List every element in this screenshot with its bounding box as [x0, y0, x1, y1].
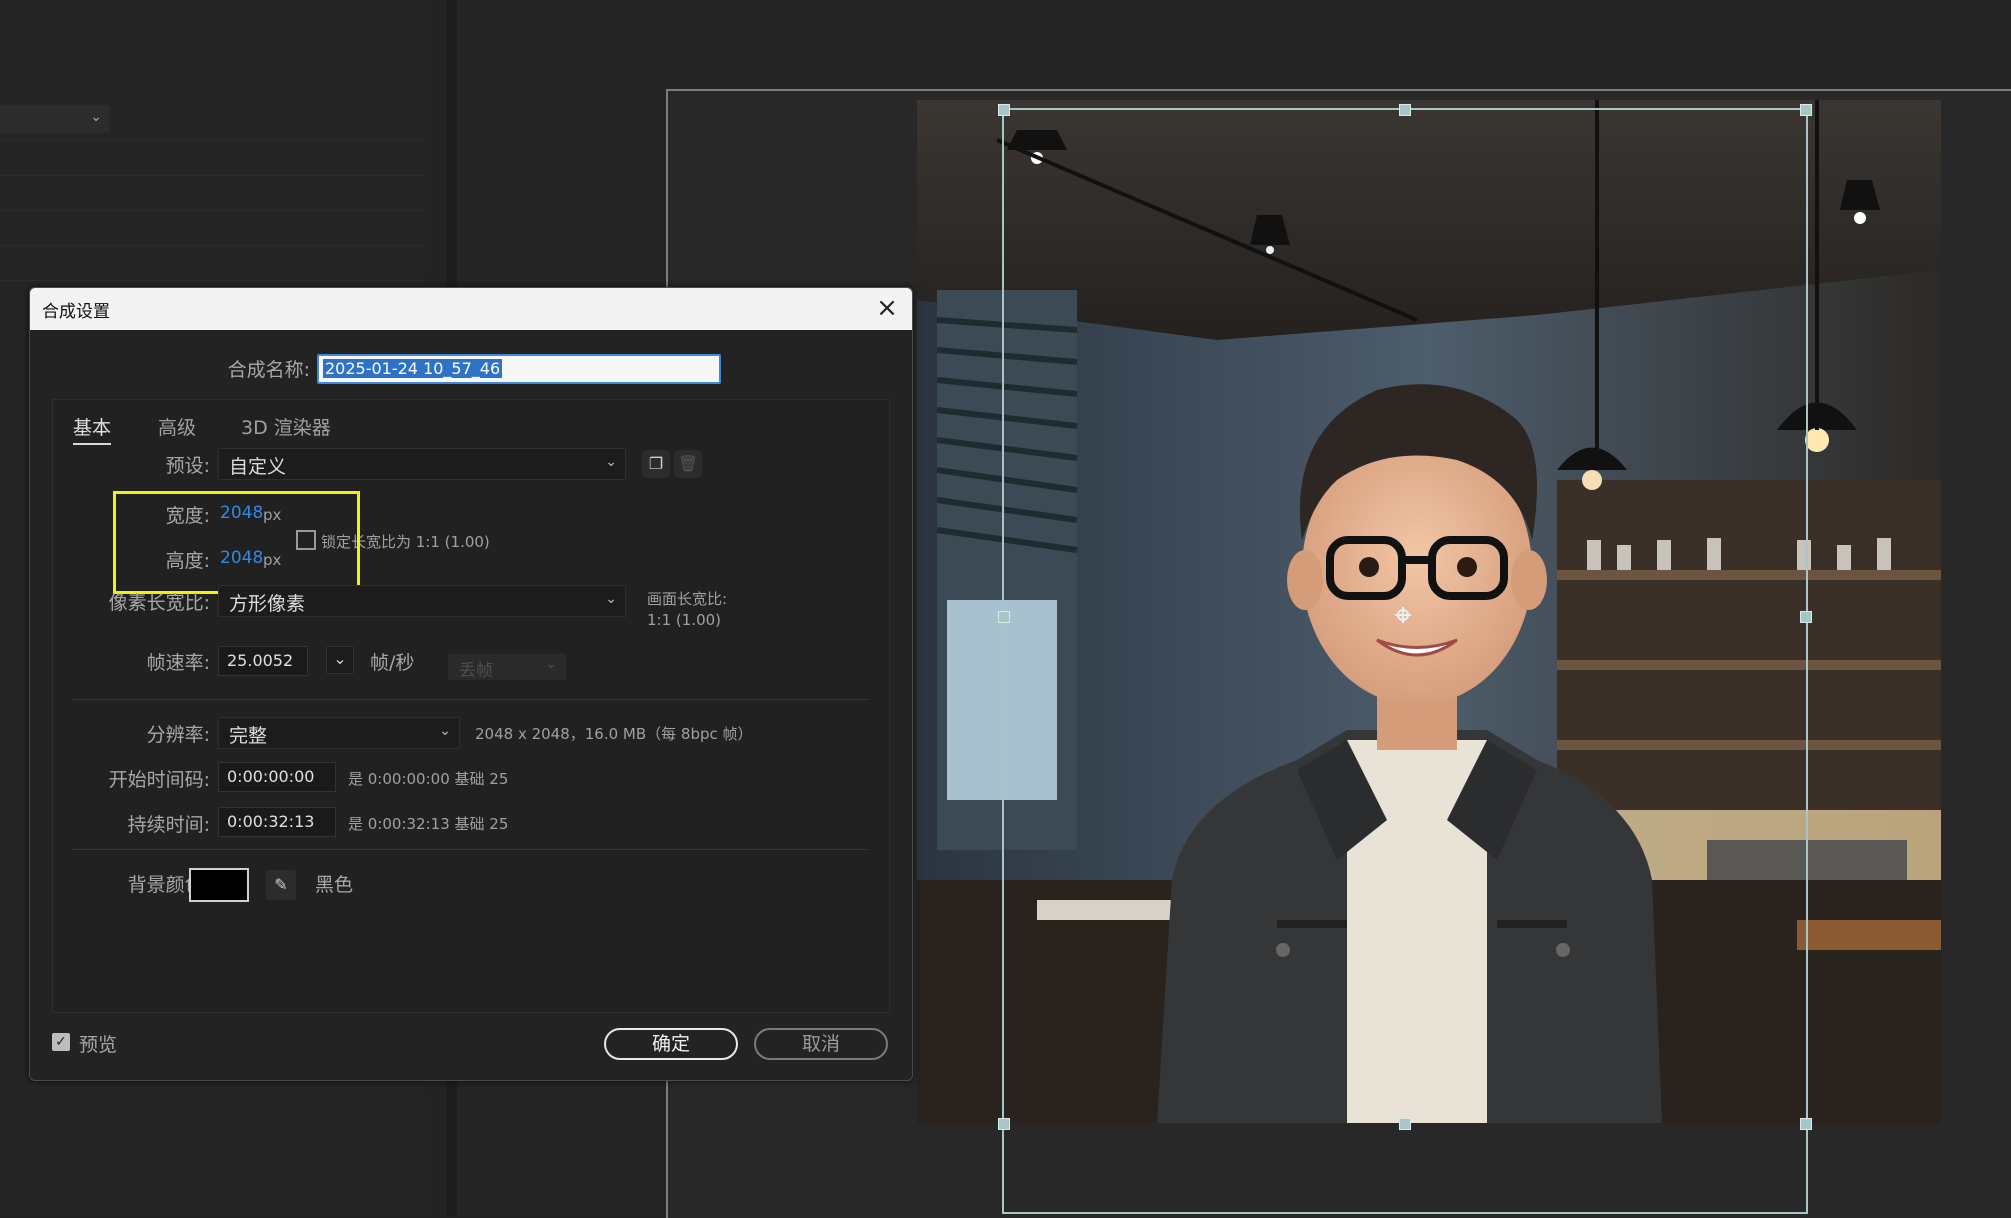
fps-unit: 帧/秒 [370, 652, 415, 674]
trash-icon: 🗑 [677, 454, 699, 473]
preview-label: 预览 [79, 1034, 118, 1056]
resolution-info: 2048 x 2048，16.0 MB（每 8bpc 帧） [475, 725, 753, 743]
resolution-label: 分辨率: [146, 724, 210, 746]
composition-name-value: 2025-01-24 10_57_46 [323, 359, 503, 378]
frame-aspect-value: 1:1 (1.00) [647, 611, 722, 629]
anchor-point-icon[interactable] [1395, 607, 1411, 623]
panel-dropdown[interactable]: ⌄ [0, 105, 110, 133]
tab-3d-renderer[interactable]: 3D 渲染器 [241, 413, 331, 440]
dialog-title: 合成设置 [42, 302, 110, 322]
duration-value: 0:00:32:13 [227, 812, 315, 831]
transform-handle-top-right[interactable] [1800, 104, 1812, 116]
close-icon: × [876, 293, 898, 323]
framerate-dropdown[interactable]: ⌄ [326, 646, 354, 674]
transform-handle-top-left[interactable] [998, 104, 1010, 116]
chevron-down-icon: ⌄ [605, 591, 617, 607]
resolution-value: 完整 [229, 725, 268, 747]
chevron-down-icon: ⌄ [605, 454, 617, 470]
preset-label: 预设: [165, 455, 210, 477]
transform-handle-bottom-left[interactable] [998, 1118, 1010, 1130]
chevron-down-icon: ⌄ [333, 649, 347, 668]
drop-frame-value: 丢帧 [459, 661, 493, 681]
new-preset-icon: ❐ [648, 454, 664, 473]
transform-handle-right[interactable] [1800, 611, 1812, 623]
framerate-value: 25.0052 [227, 651, 294, 670]
divider [72, 849, 868, 850]
composition-settings-dialog: 合成设置 × 合成名称: 2025-01-24 10_57_46 基本 高级 3… [29, 287, 913, 1081]
eyedropper-button[interactable]: ✎ [266, 870, 296, 900]
transform-handle-top[interactable] [1399, 104, 1411, 116]
eyedropper-icon: ✎ [274, 875, 288, 894]
cancel-button[interactable]: 取消 [754, 1028, 888, 1060]
preset-select[interactable]: 自定义 ⌄ [218, 448, 626, 480]
new-preset-button[interactable]: ❐ [642, 450, 670, 478]
preset-value: 自定义 [229, 456, 287, 478]
duration-info: 是 0:00:32:13 基础 25 [348, 815, 509, 833]
start-timecode-label: 开始时间码: [108, 769, 210, 791]
duration-label: 持续时间: [127, 814, 210, 836]
pixel-aspect-select[interactable]: 方形像素 ⌄ [218, 585, 626, 617]
divider [72, 699, 868, 700]
transform-handle-bottom-right[interactable] [1800, 1118, 1812, 1130]
transform-handle-bottom[interactable] [1399, 1118, 1411, 1130]
start-timecode-info: 是 0:00:00:00 基础 25 [348, 770, 509, 788]
tab-advanced[interactable]: 高级 [158, 413, 196, 440]
bg-color-swatch[interactable] [189, 868, 249, 902]
close-button[interactable]: × [872, 294, 902, 324]
dialog-titlebar[interactable]: 合成设置 × [30, 288, 912, 330]
start-timecode-value: 0:00:00:00 [227, 767, 315, 786]
resolution-select[interactable]: 完整 ⌄ [218, 717, 460, 749]
transform-bounding-box[interactable] [998, 104, 1812, 1214]
duration-input[interactable]: 0:00:32:13 [218, 807, 336, 837]
pixel-aspect-value: 方形像素 [229, 593, 306, 615]
framerate-label: 帧速率: [146, 652, 210, 674]
highlight-box [113, 491, 360, 594]
delete-preset-button[interactable]: 🗑 [674, 450, 702, 478]
chevron-down-icon: ⌄ [439, 723, 451, 739]
pixel-aspect-label: 像素长宽比: [108, 592, 210, 614]
checkmark-icon: ✓ [55, 1034, 67, 1050]
ok-button[interactable]: 确定 [604, 1028, 738, 1060]
start-timecode-input[interactable]: 0:00:00:00 [218, 762, 336, 792]
composition-name-input[interactable]: 2025-01-24 10_57_46 [317, 354, 721, 384]
tab-basic[interactable]: 基本 [73, 413, 112, 445]
composition-name-label: 合成名称: [227, 359, 310, 381]
bg-color-name: 黑色 [315, 874, 354, 896]
chevron-down-icon: ⌄ [545, 656, 557, 672]
chevron-down-icon: ⌄ [90, 109, 102, 125]
preview-checkbox[interactable]: ✓ [52, 1033, 70, 1051]
framerate-input[interactable]: 25.0052 [218, 646, 308, 676]
drop-frame-select: 丢帧 ⌄ [448, 654, 566, 681]
frame-aspect-label: 画面长宽比: [647, 590, 728, 608]
transform-handle-left[interactable] [998, 611, 1010, 623]
